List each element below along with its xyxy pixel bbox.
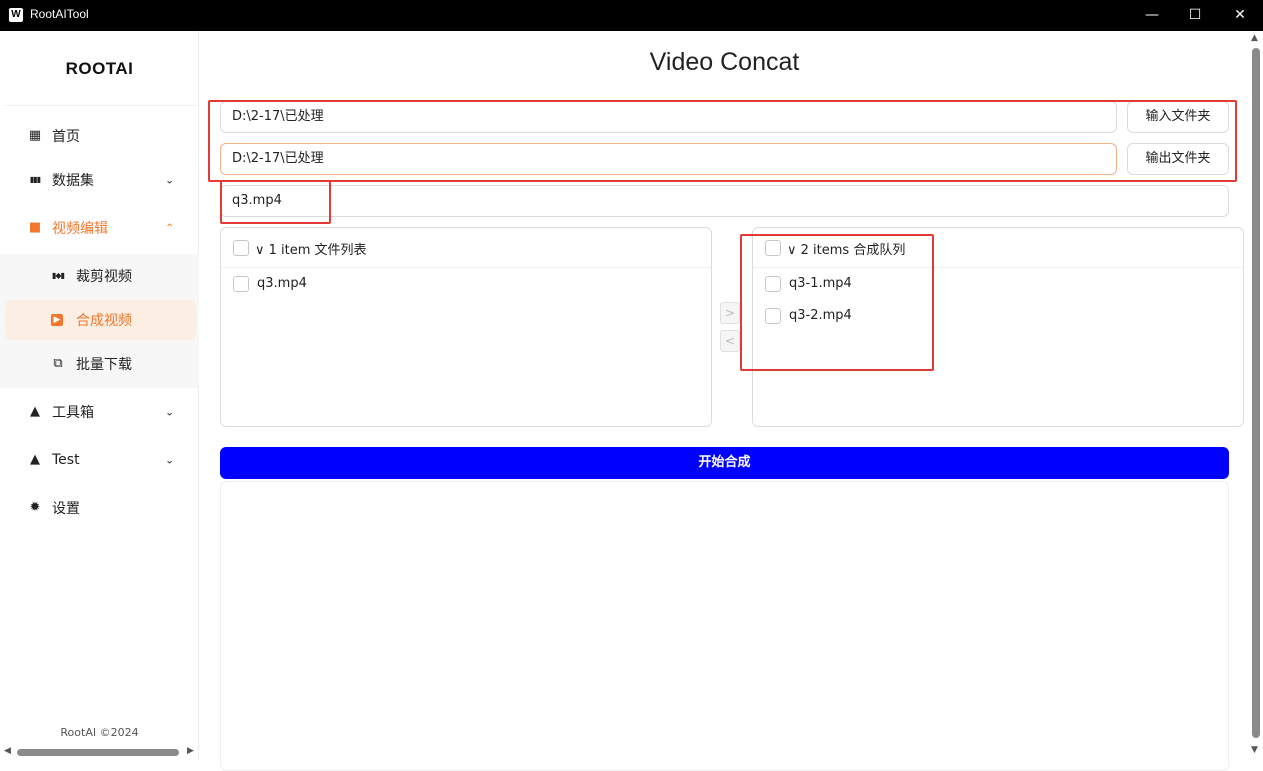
dataset-icon: ▮▮▮ <box>29 175 41 184</box>
warning-icon: ▲ <box>30 404 40 419</box>
sidebar-item-dataset[interactable]: ▮▮▮ 数据集 ⌄ <box>0 158 199 202</box>
sidebar-item-label: 批量下载 <box>76 357 132 373</box>
video-icon: ■ <box>28 220 42 235</box>
sidebar: ROOTAI ▦ 首页 ▮▮▮ 数据集 ⌄ ■ 视频编辑 ⌃ ▮◆▮ 裁剪视频 … <box>0 31 199 760</box>
chevron-down-icon: ⌄ <box>165 405 175 419</box>
close-button[interactable]: ✕ <box>1217 0 1263 31</box>
sidebar-item-label: 首页 <box>52 129 80 145</box>
app-icon: W <box>9 8 23 22</box>
sidebar-item-home[interactable]: ▦ 首页 <box>0 114 199 158</box>
annotation-box-selected-file <box>220 180 331 224</box>
chevron-down-icon: ⌄ <box>165 173 175 187</box>
annotation-box-queue <box>740 234 934 371</box>
warning-icon: ▲ <box>30 452 40 467</box>
play-icon: ▶ <box>51 314 63 326</box>
scissors-icon: ▮◆▮ <box>52 271 65 280</box>
sidebar-item-label: 合成视频 <box>76 313 132 329</box>
file-list-panel: ∨ 1 item 文件列表 q3.mp4 <box>220 227 712 427</box>
page-title: Video Concat <box>649 48 800 76</box>
list-item[interactable]: q3.mp4 <box>221 268 711 300</box>
divider <box>5 105 199 106</box>
download-icon: ⧉ <box>53 356 63 371</box>
sidebar-item-batch-download[interactable]: ⧉ 批量下载 <box>5 344 196 384</box>
sidebar-item-toolbox[interactable]: ▲ 工具箱 ⌄ <box>0 390 199 434</box>
file-list-header: ∨ 1 item 文件列表 <box>221 228 711 268</box>
file-name: q3.mp4 <box>257 276 307 291</box>
selected-file-field[interactable]: q3.mp4 <box>220 185 1229 217</box>
scroll-up-icon[interactable]: ▲ <box>1251 33 1258 43</box>
window-title: RootAITool <box>30 7 89 21</box>
move-left-button[interactable]: < <box>720 330 740 352</box>
item-checkbox[interactable] <box>233 276 249 292</box>
sidebar-item-video-edit[interactable]: ■ 视频编辑 ⌃ <box>0 206 199 250</box>
sidebar-item-concat-video[interactable]: ▶ 合成视频 <box>5 300 196 340</box>
sidebar-item-trim-video[interactable]: ▮◆▮ 裁剪视频 <box>5 256 196 296</box>
maximize-button[interactable]: ☐ <box>1172 0 1218 31</box>
output-log-area <box>220 481 1229 771</box>
main-content: Video Concat D:\2-17\已处理 输入文件夹 D:\2-17\已… <box>200 31 1249 771</box>
select-all-checkbox[interactable] <box>233 240 249 256</box>
chevron-up-icon: ⌃ <box>165 221 175 235</box>
sidebar-item-label: 视频编辑 <box>52 221 108 237</box>
scrollbar-thumb[interactable] <box>1252 48 1260 738</box>
sidebar-item-label: Test <box>52 452 80 468</box>
sidebar-item-label: 工具箱 <box>52 405 94 421</box>
sidebar-item-test[interactable]: ▲ Test ⌄ <box>0 438 199 482</box>
gear-icon: ✹ <box>29 500 41 515</box>
file-list-title: ∨ 1 item 文件列表 <box>255 243 367 258</box>
vertical-scrollbar[interactable]: ▲ ▼ <box>1249 31 1263 760</box>
sidebar-item-label: 裁剪视频 <box>76 269 132 285</box>
sidebar-item-settings[interactable]: ✹ 设置 <box>0 486 199 530</box>
scroll-down-icon[interactable]: ▼ <box>1251 745 1258 755</box>
sidebar-item-label: 设置 <box>52 501 80 517</box>
logo: ROOTAI <box>65 59 134 78</box>
minimize-button[interactable]: — <box>1129 0 1175 31</box>
title-bar: W RootAITool — ☐ ✕ <box>0 0 1263 31</box>
horizontal-scrollbar[interactable]: ◀ ▶ <box>0 744 199 760</box>
scroll-left-icon[interactable]: ◀ <box>4 746 11 756</box>
move-right-button[interactable]: > <box>720 302 740 324</box>
copyright-footer: RootAI ©2024 <box>60 726 139 739</box>
submenu-video-edit: ▮◆▮ 裁剪视频 ▶ 合成视频 ⧉ 批量下载 <box>0 254 199 388</box>
scrollbar-thumb[interactable] <box>17 749 179 756</box>
grid-icon: ▦ <box>28 128 42 143</box>
start-concat-button[interactable]: 开始合成 <box>220 447 1229 479</box>
sidebar-item-label: 数据集 <box>52 173 94 189</box>
scroll-right-icon[interactable]: ▶ <box>187 746 194 756</box>
chevron-down-icon: ⌄ <box>165 453 175 467</box>
annotation-box-folders <box>208 100 1237 182</box>
